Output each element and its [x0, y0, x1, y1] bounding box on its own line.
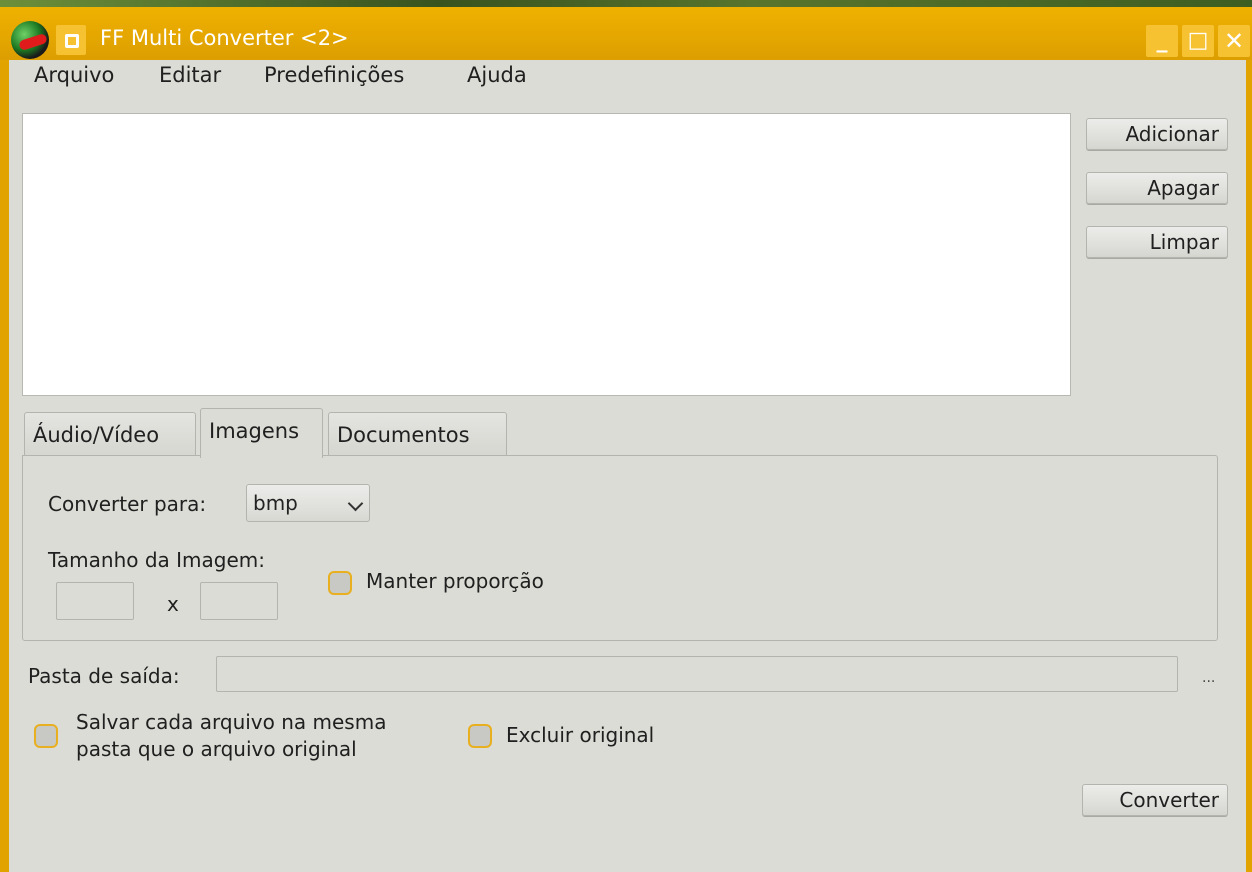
output-folder-label: Pasta de saída:	[28, 664, 180, 688]
file-list[interactable]	[22, 113, 1071, 396]
delete-original-checkbox[interactable]	[468, 724, 492, 748]
tab-audio-video[interactable]: Áudio/Vídeo	[24, 412, 196, 456]
convert-to-label: Converter para:	[48, 492, 207, 516]
keep-ratio-checkbox[interactable]	[328, 571, 352, 595]
close-icon[interactable]: ✕	[1218, 25, 1250, 57]
keep-ratio-label: Manter proporção	[366, 569, 544, 593]
desktop-strip	[0, 0, 1252, 7]
convert-to-select[interactable]: bmp	[246, 484, 370, 522]
window-menu-icon[interactable]	[56, 25, 86, 55]
image-size-label: Tamanho da Imagem:	[48, 548, 266, 572]
delete-button[interactable]: Apagar	[1086, 172, 1228, 204]
convert-to-value: bmp	[253, 491, 298, 515]
tab-images[interactable]: Imagens	[200, 408, 323, 458]
delete-original-label: Excluir original	[506, 723, 655, 747]
maximize-icon[interactable]: □	[1182, 25, 1214, 57]
chevron-down-icon	[347, 495, 364, 512]
save-same-folder-label-line1: Salvar cada arquivo na mesma	[76, 710, 387, 734]
times-label: x	[167, 592, 179, 616]
browse-folder-button[interactable]: ...	[1202, 670, 1215, 686]
minimize-icon[interactable]: _	[1146, 25, 1178, 57]
save-same-folder-label-line2: pasta que o arquivo original	[76, 737, 357, 761]
height-input[interactable]	[200, 582, 278, 620]
menu-ajuda[interactable]: Ajuda	[467, 63, 527, 87]
clear-button[interactable]: Limpar	[1086, 226, 1228, 258]
menu-editar[interactable]: Editar	[159, 63, 221, 87]
app-logo-icon	[11, 21, 49, 59]
window-title: FF Multi Converter <2>	[100, 26, 349, 50]
save-same-folder-checkbox[interactable]	[34, 724, 58, 748]
output-folder-input[interactable]	[216, 656, 1178, 692]
menu-predefinicoes[interactable]: Predefinições	[264, 63, 404, 87]
add-button[interactable]: Adicionar	[1086, 118, 1228, 150]
tab-documents[interactable]: Documentos	[328, 412, 507, 456]
menu-arquivo[interactable]: Arquivo	[34, 63, 114, 87]
title-bar[interactable]: FF Multi Converter <2> _ □ ✕	[0, 0, 1252, 60]
convert-button[interactable]: Converter	[1082, 784, 1228, 816]
width-input[interactable]	[56, 582, 134, 620]
